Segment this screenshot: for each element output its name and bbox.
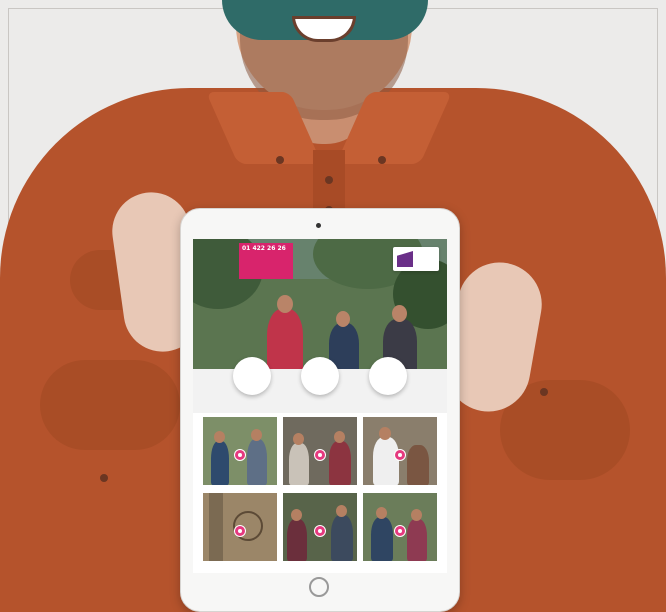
heart-icon	[394, 525, 406, 537]
hero-person	[267, 309, 303, 375]
tablet-device: 01 422 26 26	[180, 208, 460, 612]
content-tile[interactable]	[203, 417, 277, 485]
tile-figure	[287, 519, 307, 561]
tile-figure	[373, 437, 399, 485]
hero-circle-button[interactable]	[369, 357, 407, 395]
tile-figure-head	[411, 509, 422, 521]
tile-figure	[407, 519, 427, 561]
shirt-button	[378, 156, 386, 164]
hero-circle-button[interactable]	[233, 357, 271, 395]
heart-icon	[234, 449, 246, 461]
shirt-button	[325, 176, 333, 184]
shirt-fold	[40, 360, 180, 450]
tile-figure-head	[336, 505, 347, 517]
logo-mark-icon	[397, 251, 413, 267]
phone-number: 01 422 26 26	[242, 245, 286, 252]
content-tile[interactable]	[283, 493, 357, 561]
site-logo[interactable]	[393, 247, 439, 271]
camera-icon	[316, 223, 321, 228]
content-tile[interactable]	[363, 493, 437, 561]
heart-icon	[234, 525, 246, 537]
tile-figure	[329, 441, 351, 485]
hero-headline	[241, 325, 421, 339]
content-tile[interactable]	[283, 417, 357, 485]
home-button-icon[interactable]	[309, 577, 329, 597]
content-tile[interactable]	[363, 417, 437, 485]
hero-person-head	[277, 295, 293, 313]
tile-figure	[407, 445, 429, 485]
tile-figure	[331, 515, 353, 561]
tile-figure	[289, 443, 309, 485]
hero-banner: 01 422 26 26	[193, 239, 447, 375]
tile-figure	[211, 441, 229, 485]
cuff-button	[540, 388, 548, 396]
shirt-button	[276, 156, 284, 164]
tile-figure-head	[214, 431, 225, 443]
logo-text	[415, 253, 437, 267]
tile-figure-head	[251, 429, 262, 441]
cuff-button	[100, 474, 108, 482]
tile-figure-head	[334, 431, 345, 443]
tablet-screen: 01 422 26 26	[193, 239, 447, 573]
content-tile[interactable]	[203, 493, 277, 561]
tile-figure-head	[376, 507, 387, 519]
hero-circle-button[interactable]	[301, 357, 339, 395]
tile-figure-head	[379, 427, 391, 440]
phone-box[interactable]: 01 422 26 26	[239, 243, 293, 279]
tile-figure	[247, 439, 267, 485]
tile-figure	[371, 517, 393, 561]
tile-column	[209, 493, 223, 561]
heart-icon	[314, 525, 326, 537]
heart-icon	[394, 449, 406, 461]
tile-figure-head	[291, 509, 302, 521]
tile-figure-head	[293, 433, 304, 445]
heart-icon	[314, 449, 326, 461]
photo-scene: 01 422 26 26	[0, 0, 666, 612]
hero-person-head	[392, 305, 407, 322]
